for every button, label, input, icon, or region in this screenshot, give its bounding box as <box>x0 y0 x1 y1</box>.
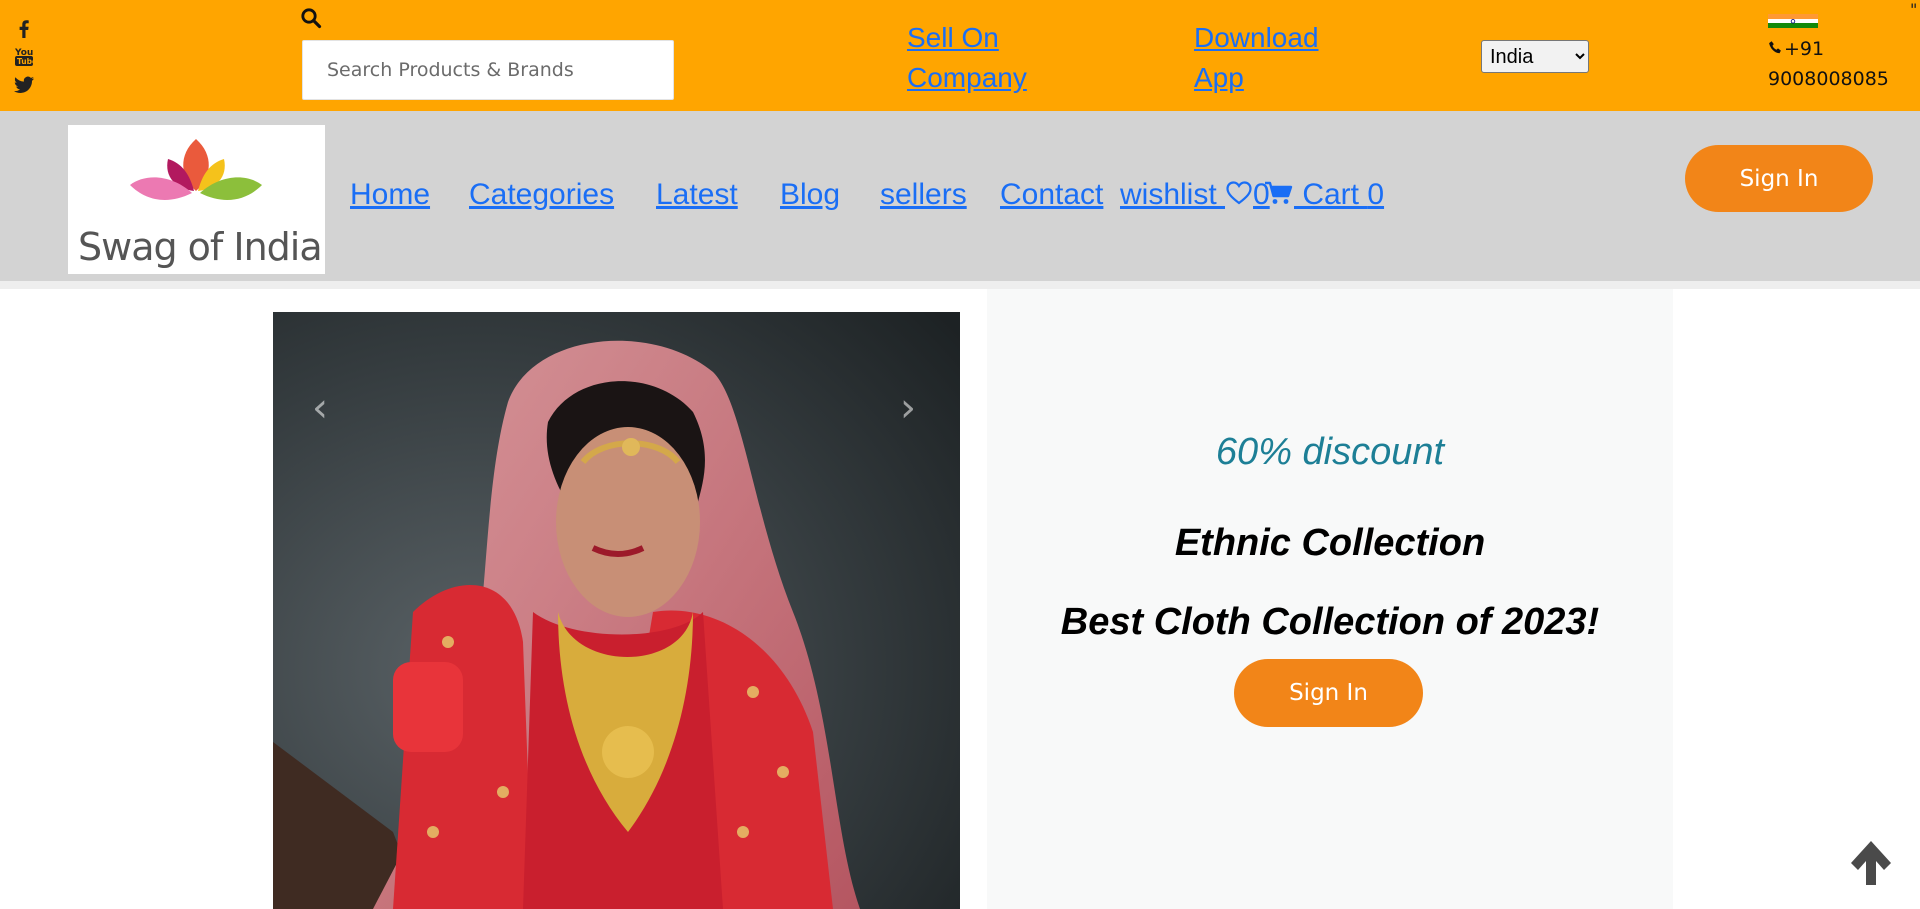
carousel-next-icon[interactable]: › <box>893 388 923 428</box>
heart-icon <box>1226 181 1252 205</box>
lotus-logo-icon <box>130 139 262 200</box>
hero-carousel-image <box>273 312 960 909</box>
cart-label: Cart <box>1294 178 1368 211</box>
top-bar: You Tube Sell On Company Download App In… <box>0 0 1920 111</box>
nav-sellers[interactable]: sellers <box>880 177 967 213</box>
logo-text: Swag of India <box>78 225 323 269</box>
hero-sign-in-button[interactable]: Sign In <box>1234 659 1423 727</box>
nav-contact[interactable]: Contact <box>1000 177 1103 213</box>
main-navbar: Swag of India Home Categories Latest Blo… <box>0 111 1920 281</box>
social-links: You Tube <box>12 16 36 100</box>
phone-number: +91 9008008085 <box>1768 34 1908 94</box>
nav-wishlist[interactable]: wishlist 0 <box>1120 177 1270 213</box>
phone-icon <box>1769 41 1781 54</box>
scroll-to-top-icon[interactable] <box>1846 837 1896 889</box>
header-divider <box>0 281 1920 289</box>
download-app-link[interactable]: Download App <box>1194 18 1354 98</box>
bride-photo <box>273 312 960 909</box>
youtube-icon[interactable]: You Tube <box>12 44 36 68</box>
stray-quote-mark: " <box>1910 0 1918 19</box>
cart-count: 0 <box>1367 178 1385 211</box>
nav-cart[interactable]: Cart 0 <box>1264 177 1384 213</box>
nav-blog[interactable]: Blog <box>780 177 840 213</box>
svg-text:Tube: Tube <box>17 57 36 66</box>
nav-latest[interactable]: Latest <box>656 177 738 213</box>
facebook-icon[interactable] <box>12 16 36 40</box>
nav-home[interactable]: Home <box>350 177 430 213</box>
promo-subheadline: Best Cloth Collection of 2023! <box>1060 601 1600 643</box>
india-flag-icon <box>1768 14 1818 28</box>
promo-panel: 60% discount Ethnic Collection Best Clot… <box>987 289 1673 909</box>
search-icon[interactable] <box>300 7 322 29</box>
sell-on-company-link[interactable]: Sell On Company <box>907 18 1077 98</box>
country-select[interactable]: India <box>1481 40 1589 73</box>
search-input[interactable] <box>302 40 674 100</box>
nav-categories[interactable]: Categories <box>469 177 614 213</box>
wishlist-label: wishlist <box>1120 178 1226 211</box>
phone-text: +91 9008008085 <box>1768 38 1889 90</box>
promo-headline: Ethnic Collection <box>1174 522 1486 564</box>
cart-icon <box>1265 181 1293 204</box>
brand-logo[interactable]: Swag of India <box>68 125 325 274</box>
header-sign-in-button[interactable]: Sign In <box>1685 145 1873 212</box>
discount-text: 60% discount <box>1215 431 1445 473</box>
twitter-icon[interactable] <box>12 72 36 96</box>
carousel-prev-icon[interactable]: ‹ <box>305 388 335 428</box>
